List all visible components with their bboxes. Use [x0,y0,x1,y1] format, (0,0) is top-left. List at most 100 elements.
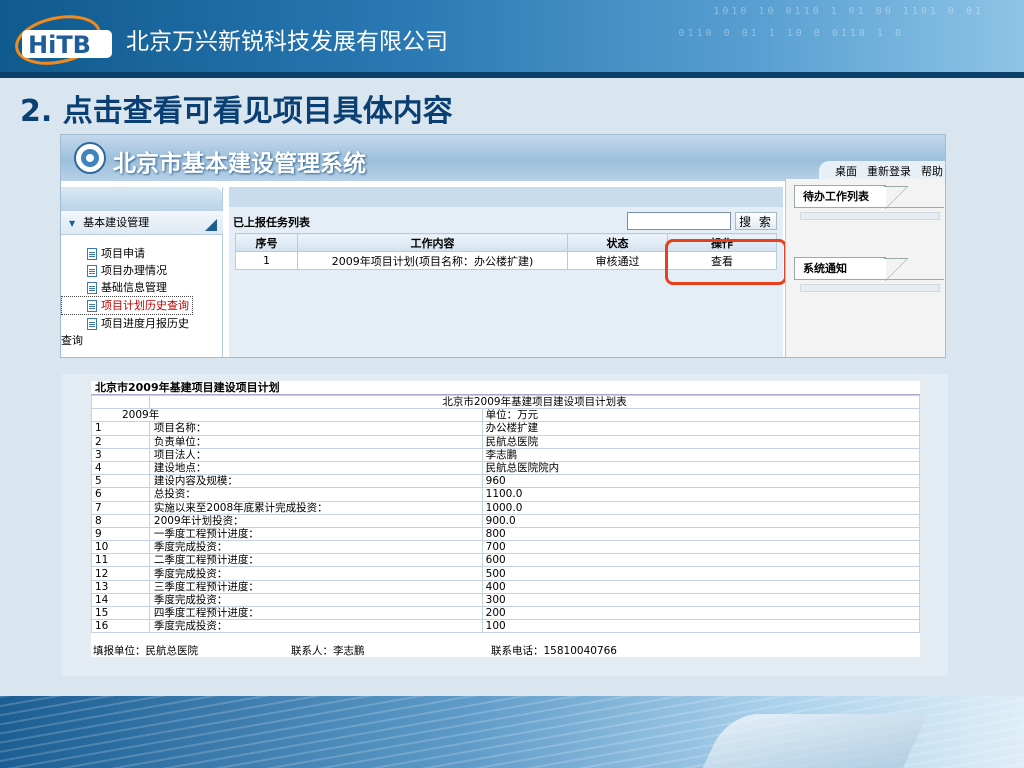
row-number: 15 [91,605,150,621]
sidebar-item-plan-history[interactable]: 项目计划历史查询 [61,296,193,315]
row-value: 200 [481,605,920,621]
row-value: 300 [481,592,920,608]
nav-help[interactable]: 帮助 [921,163,943,179]
table-row: 8 2009年计划投资： 900.0 [91,513,920,528]
row-label: 四季度工程预计进度： [148,605,483,621]
row-number: 3 [91,447,150,462]
tab-divider [794,207,944,208]
expand-arrow-icon: ▼ [69,219,76,228]
report-unit: 填报单位：民航总医院 [93,645,198,657]
row-value: 500 [481,566,920,581]
row-label: 季度完成投资： [148,592,483,608]
row-value: 400 [481,579,920,594]
sidebar-item-label-wrap[interactable]: 查询 [61,332,221,349]
sidebar-item-basic-info[interactable]: 基础信息管理 [65,279,221,296]
table-row: 11 二季度工程预计进度： 600 [91,553,920,568]
sidebar-section-header[interactable]: ▼ 基本建设管理 [61,211,223,235]
row-number: 1 [91,421,150,436]
plan-title: 北京市2009年基建项目建设项目计划 [91,381,920,395]
row-value: 700 [481,540,920,555]
document-icon [87,317,97,330]
row-label: 二季度工程预计进度： [148,553,483,568]
step-title: 2. 点击查看可看见项目具体内容 [20,94,453,129]
row-value: 600 [481,553,920,568]
row-number: 6 [91,487,150,502]
slide-footer-decor [0,696,1024,768]
plan-table-title: 北京市2009年基建项目建设项目计划表 [148,394,920,410]
row-value: 900.0 [481,513,920,528]
row-number: 4 [91,460,150,476]
decorative-digits: 1010 10 0110 1 01 00 1101 0 01 [713,6,984,17]
nav-relogin[interactable]: 重新登录 [867,163,911,179]
column-header: 工作内容 [297,233,568,252]
sidebar-item-project-status[interactable]: 项目办理情况 [65,262,221,279]
row-number: 11 [91,553,150,568]
document-icon [87,247,97,260]
search-input[interactable] [627,212,731,230]
sidebar-item-project-apply[interactable]: 项目申请 [65,245,221,262]
todo-list-body [800,212,940,220]
app-banner: 北京市基本建设管理系统 桌面 重新登录 帮助 [61,135,945,181]
table-row: 15 四季度工程预计进度： 200 [91,605,920,621]
table-row: 16 季度完成投资： 100 [91,619,920,634]
row-value: 办公楼扩建 [481,421,920,436]
table-row: 6 总投资： 1100.0 [91,487,920,502]
row-label: 负责单位： [148,434,483,449]
row-value: 800 [481,526,920,542]
search-button[interactable]: 搜 索 [735,212,777,230]
row-label: 实施以来至2008年底累计完成投资： [148,500,483,515]
row-number: 14 [91,592,150,608]
table-row: 5 建设内容及规模： 960 [91,474,920,489]
table-row: 2 负责单位： 民航总医院 [91,434,920,449]
decorative-digits: 0110 0 01 1 10 0 0110 1 0 [678,28,904,39]
row-number: 7 [91,500,150,515]
table-row: 2009年 单位：万元 [91,408,920,423]
header-divider [0,72,1024,78]
row-label: 建设地点： [148,460,483,476]
row-value: 李志鹏 [481,447,920,462]
table-row: 3 项目法人： 李志鹏 [91,447,920,462]
row-number: 16 [91,619,150,634]
sidebar-item-monthly-report[interactable]: 项目进度月报历史 [65,315,221,332]
slide-header: 1010 10 0110 1 01 00 1101 0 01 0110 0 01… [0,0,1024,78]
plan-table: 北京市2009年基建项目建设项目计划表 2009年 单位：万元 1 项目名称： 办公… [91,394,920,634]
right-sidebar: 待办工作列表 系统通知 [785,179,945,357]
todo-list-title: 待办工作列表 [794,185,908,209]
corner-triangle-icon [205,219,217,231]
row-number: 9 [91,526,150,542]
sidebar-item-label: 项目办理情况 [101,264,167,277]
row-number: 2 [91,434,150,449]
company-logo: HiTB [15,15,112,65]
system-notice-body [800,284,940,292]
top-nav: 桌面 重新登录 帮助 [819,161,945,181]
plan-year: 2009年 [91,408,483,423]
row-value: 民航总医院 [481,434,920,449]
row-number: 13 [91,579,150,594]
row-label: 项目名称： [148,421,483,436]
table-row: 7 实施以来至2008年底累计完成投资： 1000.0 [91,500,920,515]
row-value: 1000.0 [481,500,920,515]
table-row: 13 三季度工程预计进度： 400 [91,579,920,594]
blank-cell [91,394,150,410]
table-row: 4 建设地点： 民航总医院院内 [91,460,920,476]
table-row: 14 季度完成投资： 300 [91,592,920,608]
nav-desktop[interactable]: 桌面 [835,163,857,179]
row-content: 2009年项目计划(项目名称：办公楼扩建) [297,251,568,270]
left-sidebar: ▼ 基本建设管理 项目申请 项目办理情况 基础信息管理 项目计划历史查询 项目进… [61,187,223,357]
document-icon [87,299,97,312]
company-name: 北京万兴新锐科技发展有限公司 [126,29,448,55]
row-label: 项目法人： [148,447,483,462]
row-value: 1100.0 [481,487,920,502]
sidebar-menu: 项目申请 项目办理情况 基础信息管理 项目计划历史查询 项目进度月报历史 查询 [61,245,221,349]
row-number: 1 [235,251,298,270]
row-label: 季度完成投资： [148,619,483,634]
table-row: 9 一季度工程预计进度： 800 [91,526,920,542]
document-icon [87,281,97,294]
document-icon [87,264,97,277]
sidebar-item-label: 基础信息管理 [101,281,167,294]
table-row: 1 项目名称： 办公楼扩建 [91,421,920,436]
contact-person: 联系人：李志鹏 [291,645,365,657]
emblem-icon [74,142,106,174]
row-label: 建设内容及规模： [148,474,483,489]
row-number: 8 [91,513,150,528]
